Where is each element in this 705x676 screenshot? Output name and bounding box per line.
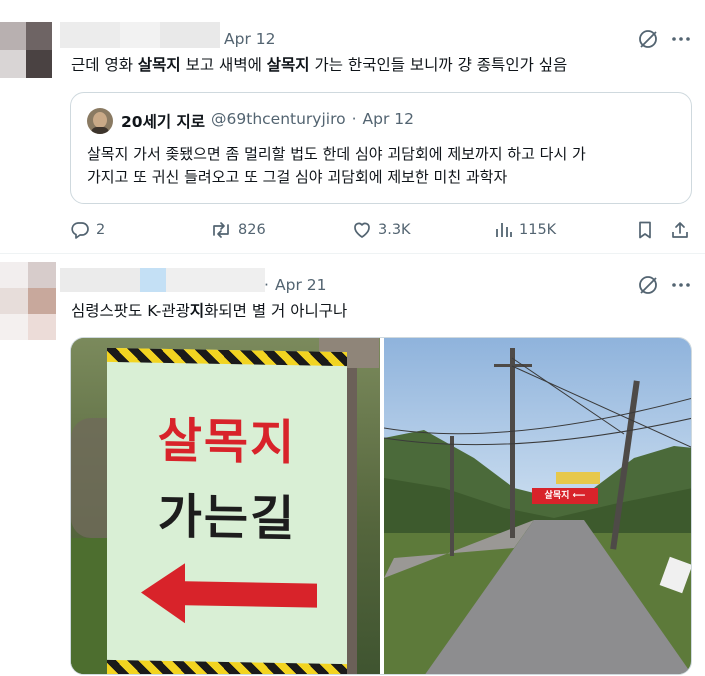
sign-board: 살목지 가는길 xyxy=(107,347,347,674)
sign-text-line-1: 살목지 xyxy=(157,412,297,472)
share-button[interactable] xyxy=(670,220,690,240)
like-count: 3.3K xyxy=(378,222,411,238)
sign-text-line-2: 가는길 xyxy=(157,488,297,548)
repost-count: 826 xyxy=(238,222,266,238)
quote-separator: · xyxy=(351,110,357,128)
tweet-text: 심령스팟도 K-관광지화되면 별 거 아니구나 xyxy=(71,302,348,320)
grok-icon[interactable] xyxy=(637,274,659,296)
share-icon xyxy=(672,222,688,238)
quote-date[interactable]: Apr 12 xyxy=(363,110,414,132)
more-icon[interactable] xyxy=(669,274,693,296)
censored-display-name xyxy=(60,22,220,48)
quoted-tweet[interactable]: 20세기 지로 @69thcenturyjiro · Apr 12 살목지 가서… xyxy=(70,92,692,204)
photo-road[interactable]: 살목지 ⟵ xyxy=(384,338,691,674)
arrow-left-icon xyxy=(141,563,317,624)
quote-handle[interactable]: @69thcenturyjiro xyxy=(211,110,346,132)
tweet-date[interactable]: Apr 21 xyxy=(275,276,326,294)
tweet-text: 근데 영화 살목지 보고 새벽에 살목지 가는 한국인들 보니까 걍 종특인가 … xyxy=(71,56,568,74)
bookmark-button[interactable] xyxy=(635,220,655,240)
views-button[interactable]: 115K xyxy=(493,220,556,240)
reply-icon xyxy=(71,222,89,239)
more-icon[interactable] xyxy=(669,28,693,50)
quote-avatar[interactable] xyxy=(87,108,113,134)
repost-icon xyxy=(213,222,229,238)
repost-button[interactable]: 826 xyxy=(210,220,266,240)
views-icon xyxy=(496,223,512,237)
views-count: 115K xyxy=(519,222,557,238)
avatar[interactable] xyxy=(0,262,56,340)
reply-button[interactable]: 2 xyxy=(70,220,105,240)
quote-display-name[interactable]: 20세기 지로 xyxy=(121,110,205,132)
tweet-1[interactable]: Apr 12 근데 영화 살목지 보고 새벽에 살목지 가는 한국인들 보니까 … xyxy=(0,0,705,252)
photo-sign[interactable]: 살목지 가는길 xyxy=(71,338,380,674)
reply-count: 2 xyxy=(96,222,106,238)
banner: 살목지 ⟵ xyxy=(532,488,598,504)
like-icon xyxy=(354,222,370,238)
quote-text-line-2: 가지고 또 귀신 들려오고 또 그걸 심야 괴담회에 제보한 미친 과학자 xyxy=(87,168,508,186)
like-button[interactable]: 3.3K xyxy=(352,220,411,240)
censored-display-name xyxy=(60,268,265,292)
tweet-date[interactable]: Apr 12 xyxy=(224,30,275,48)
avatar[interactable] xyxy=(0,22,52,78)
media-grid[interactable]: 살목지 가는길 살목지 ⟵ xyxy=(70,337,692,675)
bookmark-icon xyxy=(639,221,651,239)
quote-text-line-1: 살목지 가서 좆됐으면 좀 멀리할 법도 한데 심야 괴담회에 제보까지 하고 … xyxy=(87,145,586,163)
grok-icon[interactable] xyxy=(637,28,659,50)
